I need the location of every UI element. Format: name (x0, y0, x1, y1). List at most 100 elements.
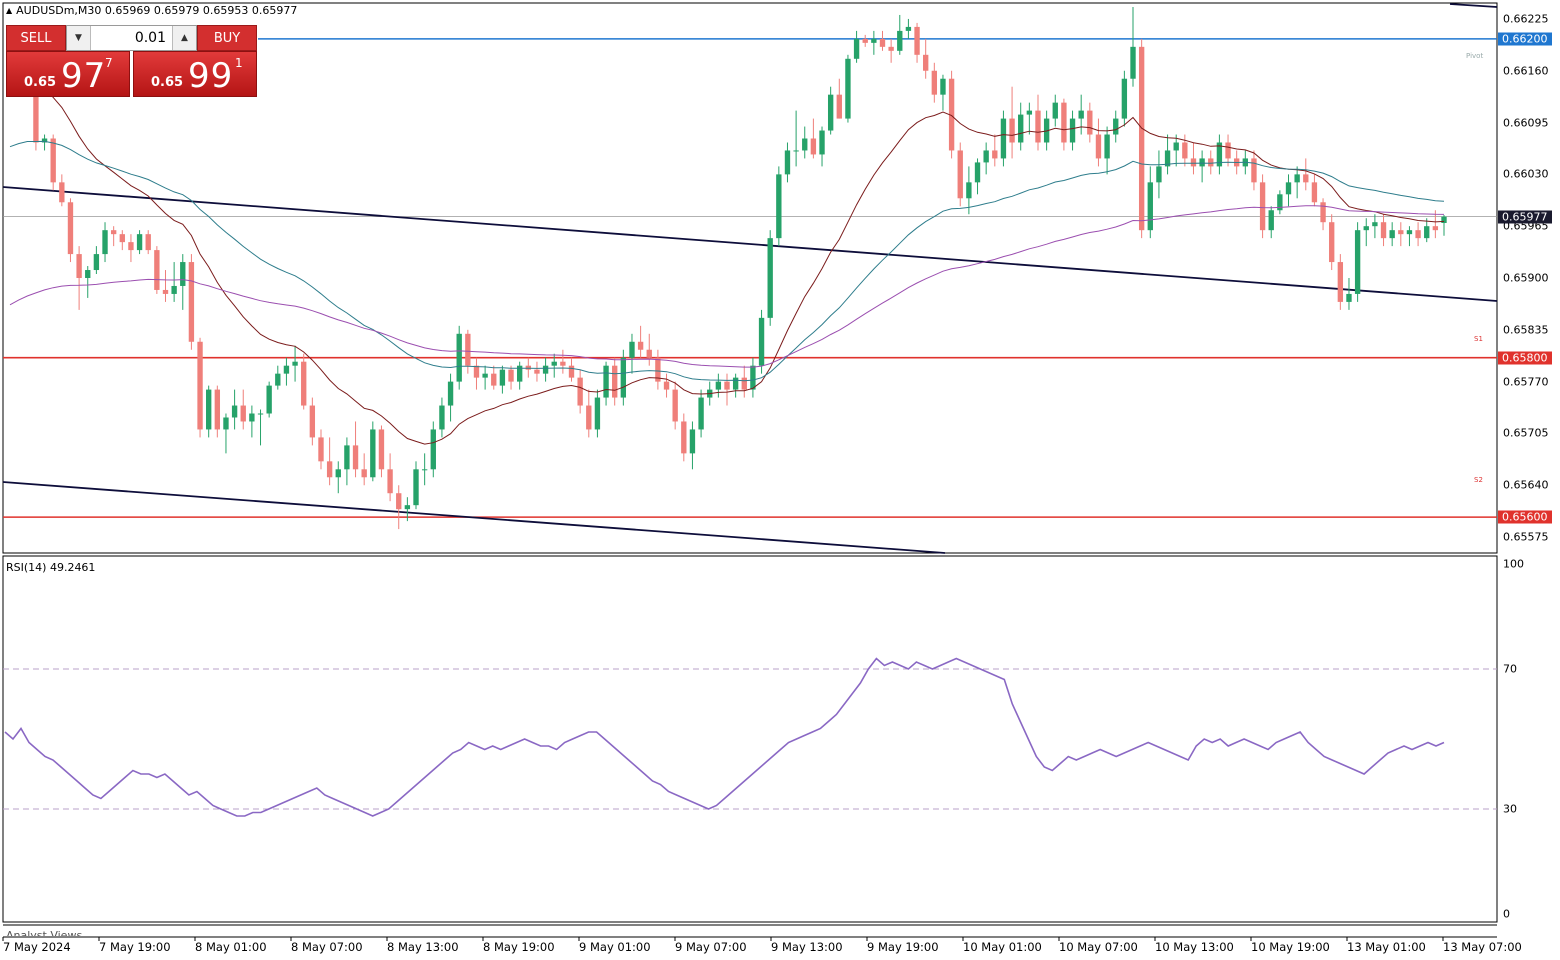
candle-body (698, 397, 704, 430)
candle-body (326, 461, 333, 478)
candle-body (577, 377, 583, 406)
buy-price-box[interactable]: 0.65 99 1 (133, 51, 257, 97)
candle-body (473, 365, 480, 378)
one-click-trading-panel: SELL ▼ ▲ BUY 0.65 97 7 0.65 99 1 (6, 25, 257, 97)
candle-body (378, 429, 385, 470)
candle-body (413, 469, 419, 506)
candle-body (1285, 182, 1292, 195)
price-level-tag: 0.65800 (1498, 351, 1552, 365)
candle-body (76, 254, 82, 278)
candle-body (1398, 230, 1404, 235)
pivot-label: Pivot (1466, 52, 1484, 60)
time-tick-label: 13 May 07:00 (1443, 940, 1522, 954)
candle-body (344, 445, 350, 470)
candle-body (1268, 210, 1274, 231)
candle-body (568, 365, 575, 378)
candle-body (292, 361, 298, 366)
buy-price-main: 99 (188, 56, 234, 96)
price-tick-label: 0.65770 (1503, 375, 1549, 389)
candle-body (1087, 110, 1093, 135)
candle-body (128, 242, 134, 251)
buy-button[interactable]: BUY (197, 25, 257, 51)
candle-body (1441, 216, 1447, 223)
rsi-tick-label: 70 (1503, 662, 1517, 676)
time-tick-label: 9 May 13:00 (771, 940, 843, 954)
lot-size-input[interactable] (91, 29, 172, 47)
collapse-triangle-icon[interactable]: ▲ (6, 6, 12, 15)
candle-body (560, 361, 566, 366)
candle-body (905, 26, 912, 31)
candle-body (1346, 293, 1352, 302)
candle-body (1320, 202, 1326, 223)
candle-body (154, 250, 160, 290)
candle-body (283, 365, 290, 374)
analyst-views-label: Analyst Views (6, 929, 83, 936)
candle-body (940, 78, 946, 95)
candle-body (603, 365, 609, 398)
candle-body (491, 373, 497, 386)
candle-body (1259, 182, 1266, 231)
time-tick-label: 9 May 19:00 (867, 940, 939, 954)
candle-body (257, 413, 264, 415)
candle-body (802, 138, 808, 151)
candle-body (689, 429, 696, 454)
candle-body (637, 341, 644, 350)
candle-body (551, 361, 557, 366)
candle-body (594, 397, 601, 430)
time-tick-label: 7 May 19:00 (99, 940, 171, 954)
candle-body (1130, 46, 1136, 79)
sell-price-box[interactable]: 0.65 97 7 (6, 51, 130, 97)
lot-size-box: ▼ ▲ (66, 25, 197, 51)
candle-body (1294, 174, 1300, 183)
candle-body (1329, 222, 1335, 263)
candle-body (992, 150, 998, 159)
candle-body (897, 30, 903, 51)
candle-body (162, 289, 169, 294)
candle-body (197, 341, 203, 430)
candle-body (482, 373, 488, 378)
candle-body (1000, 118, 1007, 159)
buy-price-prefix: 0.65 (151, 75, 184, 90)
ma-slow-line (9, 205, 1445, 368)
candle-body (1225, 142, 1231, 159)
candle-body (1389, 230, 1395, 239)
candle-body (663, 381, 670, 390)
candle-body (1406, 230, 1413, 235)
candle-body (862, 38, 868, 43)
s2-label: S2 (1474, 476, 1483, 484)
price-level-tag: 0.66200 (1498, 32, 1552, 46)
candle-body (1018, 114, 1024, 143)
price-tick-label: 0.66160 (1503, 64, 1549, 78)
candle-body (715, 381, 722, 390)
candle-body (1251, 158, 1257, 183)
lot-decrease-icon[interactable]: ▼ (67, 26, 91, 50)
candle-body (171, 285, 177, 294)
candle-body (758, 317, 765, 366)
lot-increase-icon[interactable]: ▲ (172, 26, 196, 50)
time-tick-label: 10 May 07:00 (1059, 940, 1138, 954)
candle-body (612, 365, 618, 398)
candle-body (85, 270, 91, 278)
candle-body (404, 505, 411, 510)
candle-body (136, 234, 143, 251)
candle-body (819, 130, 825, 155)
candle-body (983, 150, 989, 163)
candle-body (836, 94, 842, 119)
buy-price-pipette: 1 (235, 56, 243, 70)
candle-body (871, 38, 877, 43)
chart-canvas[interactable] (0, 0, 1560, 960)
price-tick-label: 0.66225 (1503, 12, 1549, 26)
candle-body (1199, 158, 1205, 167)
candle-body (352, 445, 359, 470)
symbol-title: ▲ AUDUSDm,M30 0.65969 0.65979 0.65953 0.… (6, 4, 297, 17)
candle-body (1069, 118, 1076, 143)
candle-body (1147, 182, 1153, 231)
candle-body (1121, 78, 1128, 119)
sell-button[interactable]: SELL (6, 25, 66, 51)
candle-body (93, 254, 100, 271)
candle-body (188, 262, 195, 342)
time-tick-label: 13 May 01:00 (1347, 940, 1426, 954)
candle-body (1173, 142, 1179, 151)
candle-body (1061, 102, 1067, 143)
candle-body (370, 429, 376, 478)
